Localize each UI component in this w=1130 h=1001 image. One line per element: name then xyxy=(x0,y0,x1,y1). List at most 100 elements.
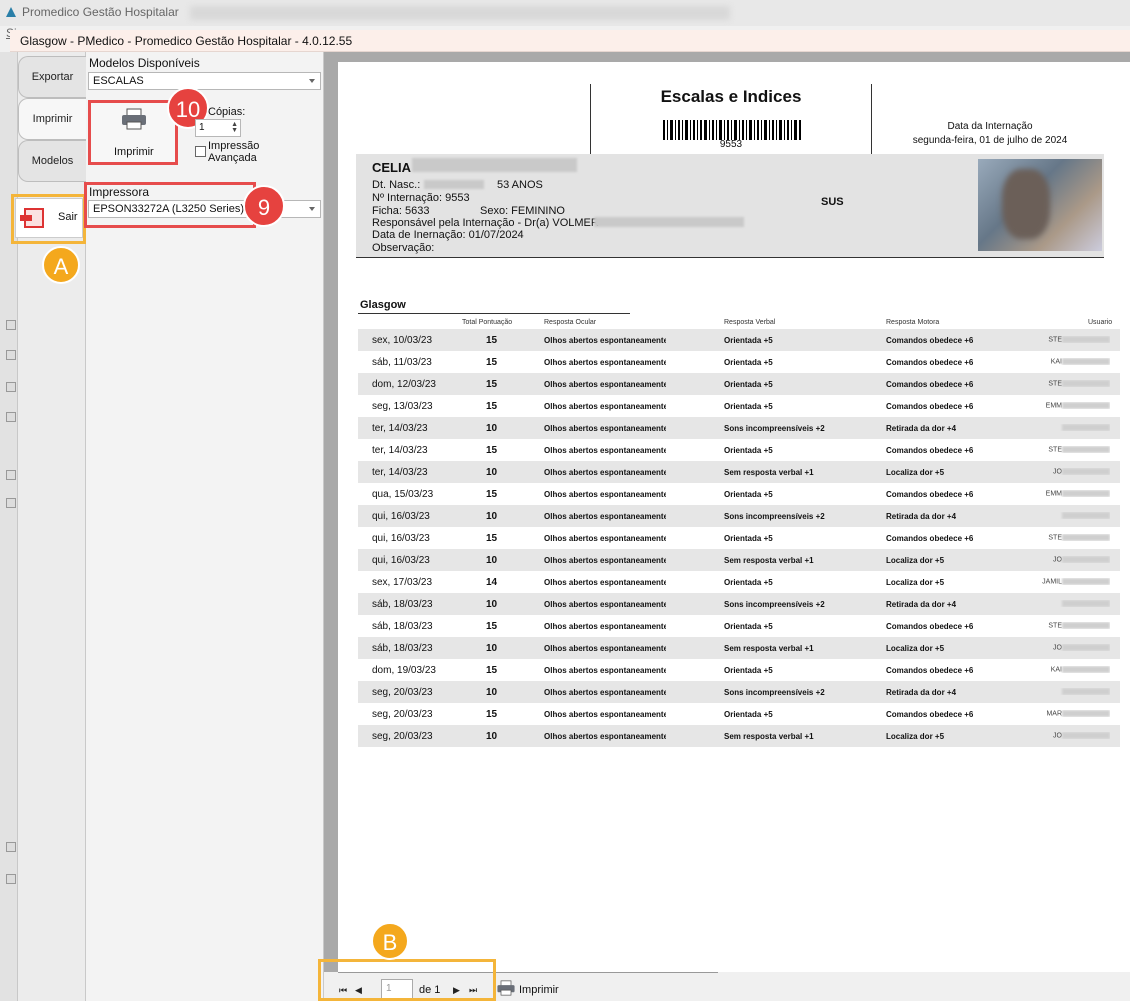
cell-user-text: STE xyxy=(1048,336,1062,344)
cell-date: sáb, 18/03/23 xyxy=(372,599,433,610)
tab-models[interactable]: Modelos xyxy=(18,140,86,182)
redacted-user xyxy=(1062,622,1110,629)
tab-export[interactable]: Exportar xyxy=(18,56,86,98)
copies-stepper[interactable]: 1 ▲ ▼ xyxy=(195,119,241,137)
cell-date: seg, 13/03/23 xyxy=(372,401,433,412)
cell-user: JAMIL xyxy=(1040,578,1110,585)
redacted-user xyxy=(1062,556,1110,563)
cell-ocular: Olhos abertos espontaneamente xyxy=(544,534,666,543)
cell-date: qui, 16/03/23 xyxy=(372,533,430,544)
cell-total: 10 xyxy=(486,731,498,742)
cell-date: qua, 15/03/23 xyxy=(372,489,434,500)
highlight-box-9 xyxy=(84,182,256,228)
cell-motor: Retirada da dor +4 xyxy=(886,424,957,433)
cell-verbal: Orientada +5 xyxy=(724,358,773,367)
cell-user xyxy=(1040,688,1110,695)
cell-user-text: JAMIL xyxy=(1042,578,1062,586)
cell-total: 10 xyxy=(486,423,498,434)
report-title: Escalas e Indices xyxy=(660,87,802,106)
cell-total: 15 xyxy=(486,621,498,632)
navigator-print-label[interactable]: Imprimir xyxy=(519,984,559,996)
cell-verbal: Orientada +5 xyxy=(724,666,773,675)
cell-user xyxy=(1040,600,1110,607)
cell-verbal: Sons incompreensíveis +2 xyxy=(724,424,825,433)
redacted-user xyxy=(1062,402,1110,409)
cell-user: STE xyxy=(1040,336,1110,343)
cell-ocular: Olhos abertos espontaneamente xyxy=(544,336,666,345)
cell-date: ter, 14/03/23 xyxy=(372,423,428,434)
strip-item xyxy=(6,498,16,508)
cell-motor: Comandos obedece +6 xyxy=(886,336,974,345)
cell-date: dom, 12/03/23 xyxy=(372,379,436,390)
cell-verbal: Orientada +5 xyxy=(724,534,773,543)
advanced-print-checkbox[interactable] xyxy=(195,146,206,157)
cell-verbal: Orientada +5 xyxy=(724,578,773,587)
admission-date: segunda-feira, 01 de julho de 2024 xyxy=(912,135,1068,146)
cell-user: JO xyxy=(1040,468,1110,475)
cell-date: sex, 17/03/23 xyxy=(372,577,433,588)
cell-ocular: Olhos abertos espontaneamente xyxy=(544,578,666,587)
strip-item xyxy=(6,382,16,392)
cell-user: MAR xyxy=(1040,710,1110,717)
printer-icon[interactable] xyxy=(496,980,516,996)
cell-ocular: Olhos abertos espontaneamente xyxy=(544,402,666,411)
cell-verbal: Sem resposta verbal +1 xyxy=(724,556,814,565)
models-select[interactable]: ESCALAS xyxy=(88,72,321,90)
internment-number: Nº Internação: 9553 xyxy=(372,192,470,204)
cell-user-text: JO xyxy=(1053,644,1062,652)
redacted-name xyxy=(412,158,577,172)
outer-title-text: Promedico Gestão Hospitalar xyxy=(22,5,179,19)
cell-ocular: Olhos abertos espontaneamente xyxy=(544,490,666,499)
cell-verbal: Orientada +5 xyxy=(724,622,773,631)
table-row: sáb, 18/03/23 15 Olhos abertos espontaneam… xyxy=(358,615,1120,637)
cell-motor: Comandos obedece +6 xyxy=(886,710,974,719)
redacted-user xyxy=(1062,468,1110,475)
cell-motor: Localiza dor +5 xyxy=(886,732,945,741)
table-row: qui, 16/03/23 15 Olhos abertos espontaneam… xyxy=(358,527,1120,549)
models-label: Modelos Disponíveis xyxy=(89,56,200,70)
callout-b: B xyxy=(371,922,409,960)
cell-user: STE xyxy=(1040,446,1110,453)
cell-user-text: EMM xyxy=(1045,402,1062,410)
cell-user-text: KAI xyxy=(1050,358,1062,366)
app-logo-icon xyxy=(6,7,16,17)
spin-arrows-icon[interactable]: ▲ ▼ xyxy=(231,121,238,134)
internment-date: Data de Inernação: 01/07/2024 xyxy=(372,229,524,241)
highlight-box-a xyxy=(11,194,86,244)
redacted-user xyxy=(1062,666,1110,673)
cell-motor: Comandos obedece +6 xyxy=(886,490,974,499)
cell-ocular: Olhos abertos espontaneamente xyxy=(544,644,666,653)
cell-motor: Comandos obedece +6 xyxy=(886,534,974,543)
cell-total: 15 xyxy=(486,401,498,412)
highlight-box-10 xyxy=(88,100,178,165)
cell-ocular: Olhos abertos espontaneamente xyxy=(544,512,666,521)
cell-motor: Retirada da dor +4 xyxy=(886,512,957,521)
patient-photo xyxy=(978,159,1102,251)
col-header-ocular: Resposta Ocular xyxy=(544,319,597,326)
redacted-user xyxy=(1062,534,1110,541)
birth-label: Dt. Nasc.: xyxy=(372,179,421,191)
table-row: sáb, 18/03/23 10 Olhos abertos espontaneam… xyxy=(358,593,1120,615)
cell-verbal: Orientada +5 xyxy=(724,336,773,345)
cell-date: seg, 20/03/23 xyxy=(372,731,433,742)
cell-user-text: STE xyxy=(1048,534,1062,542)
cell-ocular: Olhos abertos espontaneamente xyxy=(544,358,666,367)
tab-print[interactable]: Imprimir xyxy=(18,98,86,140)
copies-value: 1 xyxy=(199,122,205,133)
cell-user xyxy=(1040,424,1110,431)
cell-user-text: KAI xyxy=(1050,666,1062,674)
cell-ocular: Olhos abertos espontaneamente xyxy=(544,380,666,389)
cell-user-text: STE xyxy=(1048,446,1062,454)
admission-label: Data da Internação xyxy=(947,121,1033,132)
cell-total: 15 xyxy=(486,335,498,346)
table-row: seg, 13/03/23 15 Olhos abertos espontaneam… xyxy=(358,395,1120,417)
cell-date: qui, 16/03/23 xyxy=(372,511,430,522)
report-title-block: Escalas e Indices 9553 xyxy=(590,84,872,154)
cell-ocular: Olhos abertos espontaneamente xyxy=(544,468,666,477)
cell-user-text: JO xyxy=(1053,732,1062,740)
table-row: seg, 20/03/23 10 Olhos abertos espontaneam… xyxy=(358,681,1120,703)
cell-user-text: JO xyxy=(1053,468,1062,476)
redacted-user xyxy=(1062,424,1110,431)
cell-ocular: Olhos abertos espontaneamente xyxy=(544,424,666,433)
cell-user: STE xyxy=(1040,380,1110,387)
